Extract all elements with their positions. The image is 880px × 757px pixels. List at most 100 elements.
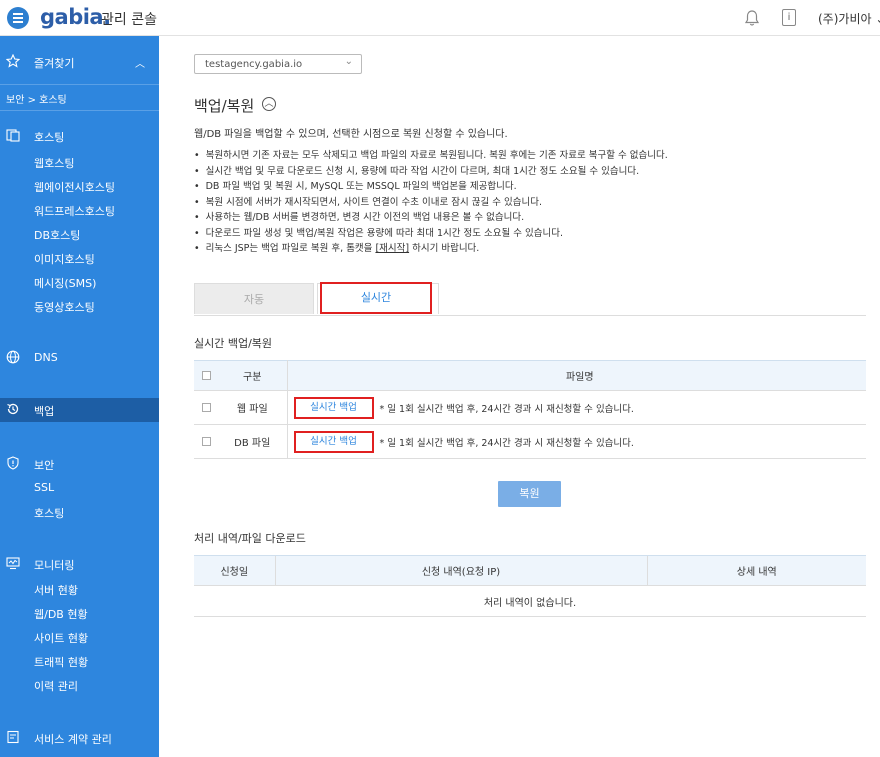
sidebar-subitem-label: 워드프레스호스팅 [34, 205, 115, 218]
notice-text: 리눅스 JSP는 백업 파일로 복원 후, 톰캣을 [205, 243, 376, 254]
tab-auto[interactable]: 자동 [194, 283, 314, 314]
history-section-title: 처리 내역/파일 다운로드 [194, 532, 306, 545]
row-type: 웹 파일 [218, 390, 288, 425]
sidebar-subitem-label: 웹에이전시호스팅 [34, 181, 115, 194]
sidebar-item-label: 모니터링 [34, 559, 75, 572]
sidebar-item-dns[interactable]: DNS [0, 346, 159, 370]
table-row: DB 파일 실시간 백업 * 일 1회 실시간 백업 후, 24시간 경과 시 재… [194, 424, 866, 459]
sidebar-subitem-history[interactable]: 이력 관리 [0, 673, 159, 697]
sidebar-subitem-label: 사이트 현황 [34, 632, 89, 645]
chevron-up-icon[interactable]: ︿ [262, 97, 276, 111]
domain-select-value: testagency.gabia.io [205, 59, 303, 70]
sidebar-subitem-label: 웹호스팅 [34, 157, 75, 170]
row-type: DB 파일 [218, 424, 288, 459]
sidebar-subitem-label: 트래픽 현황 [34, 656, 89, 669]
sidebar-favorites-label: 즐겨찾기 [34, 57, 75, 70]
empty-message: 처리 내역이 없습니다. [194, 585, 866, 617]
table-header-request: 신청 내역(요청 IP) [274, 555, 647, 586]
sidebar-subitem-label: 동영상호스팅 [34, 301, 95, 314]
row-checkbox-cell [194, 424, 218, 459]
page-title: 백업/복원 [194, 97, 255, 115]
sidebar-item-label: 서비스 계약 관리 [34, 733, 112, 746]
sidebar-subitem-video-hosting[interactable]: 동영상호스팅 [0, 294, 159, 318]
sidebar-subitem-image-hosting[interactable]: 이미지호스팅 [0, 246, 159, 270]
tab-divider [194, 315, 866, 316]
restart-link[interactable]: [재시작] [375, 243, 409, 254]
sidebar-subitem-label: DB호스팅 [34, 229, 81, 242]
sidebar-subitem-web-db-status[interactable]: 웹/DB 현황 [0, 601, 159, 625]
sidebar-subitem-security-hosting[interactable]: 호스팅 [0, 500, 159, 524]
notice-list: 복원하시면 기존 자료는 모두 삭제되고 백업 파일의 자료로 복원됩니다. 복… [194, 147, 668, 256]
bell-icon[interactable] [744, 9, 760, 27]
console-title: 관리 콘솔 [101, 12, 157, 28]
globe-icon [6, 350, 20, 364]
notice-text: 하시기 바랍니다. [409, 243, 480, 254]
sidebar-breadcrumb: 보안 > 호스팅 [6, 95, 67, 106]
notice-item: 복원하시면 기존 자료는 모두 삭제되고 백업 파일의 자료로 복원됩니다. 복… [194, 147, 668, 163]
history-table: 신청일 신청 내역(요청 IP) 상세 내역 처리 내역이 없습니다. [194, 555, 866, 617]
sidebar-subitem-label: 호스팅 [34, 507, 65, 520]
sidebar-item-monitoring[interactable]: 모니터링 [0, 552, 159, 576]
sidebar-subitem-sms[interactable]: 메시징(SMS) [0, 270, 159, 294]
sidebar-item-label: 보안 [34, 459, 55, 472]
sidebar-item-hosting[interactable]: 호스팅 [0, 124, 159, 148]
row-checkbox-cell [194, 390, 218, 425]
row-file-cell: 실시간 백업 * 일 1회 실시간 백업 후, 24시간 경과 시 재신청할 수 … [287, 424, 866, 459]
table-header-date: 신청일 [194, 555, 275, 586]
tab-realtime-label[interactable]: 실시간 [320, 282, 432, 314]
table-header-checkbox-cell [194, 360, 218, 391]
notice-item: 다운로드 파일 생성 및 백업/복원 작업은 용량에 따라 최대 1시간 정도 … [194, 225, 668, 241]
notice-item: 실시간 백업 및 무료 다운로드 신청 시, 용량에 따라 작업 시간이 다르며… [194, 163, 668, 179]
row-file-cell: 실시간 백업 * 일 1회 실시간 백업 후, 24시간 경과 시 재신청할 수 … [287, 390, 866, 425]
domain-select[interactable]: testagency.gabia.io ⌄ [194, 54, 362, 74]
sidebar-item-backup[interactable]: 백업 [0, 398, 159, 422]
chevron-down-icon: ⌄ [872, 12, 880, 26]
sidebar-subitem-label: 메시징(SMS) [34, 277, 97, 290]
realtime-section-title: 실시간 백업/복원 [194, 337, 273, 350]
sidebar-subitem-site-status[interactable]: 사이트 현황 [0, 625, 159, 649]
sidebar-subitem-label: 이미지호스팅 [34, 253, 95, 266]
notice-item: 사용하는 웹/DB 서버를 변경하면, 변경 시간 이전의 백업 내용은 볼 수… [194, 209, 668, 225]
sidebar-subitem-wordpress-hosting[interactable]: 워드프레스호스팅 [0, 198, 159, 222]
sidebar-subitem-server-status[interactable]: 서버 현황 [0, 577, 159, 601]
backup-icon [7, 403, 19, 415]
info-icon[interactable]: i [782, 9, 796, 26]
realtime-backup-button[interactable]: 실시간 백업 [293, 396, 374, 419]
realtime-backup-table: 구분 파일명 웹 파일 실시간 백업 * 일 1회 실시간 백업 후, 24시간 … [194, 360, 866, 459]
restore-button[interactable]: 복원 [498, 481, 561, 507]
sidebar-item-contract[interactable]: 서비스 계약 관리 [0, 726, 159, 750]
gabia-logo[interactable]: gabia. [40, 5, 111, 29]
notice-item: 복원 시점에 서버가 재시작되면서, 사이트 연결이 수초 이내로 잠시 끊길 … [194, 194, 668, 210]
sidebar-subitem-web-agency-hosting[interactable]: 웹에이전시호스팅 [0, 174, 159, 198]
table-header-filename: 파일명 [287, 360, 866, 391]
table-header-type: 구분 [218, 360, 288, 391]
sidebar-subitem-web-hosting[interactable]: 웹호스팅 [0, 150, 159, 174]
table-row: 처리 내역이 없습니다. [194, 585, 866, 617]
user-menu[interactable]: (주)가비아 ⌄ [818, 10, 880, 27]
sidebar: 즐겨찾기 ︿ 보안 > 호스팅 호스팅 웹호스팅 웹에이전시호스팅 워드프레스호… [0, 36, 159, 757]
shield-icon [7, 456, 19, 470]
hosting-icon [6, 129, 20, 142]
page-description: 웹/DB 파일을 백업할 수 있으며, 선택한 시점으로 복원 신청할 수 있습… [194, 129, 508, 140]
chevron-up-icon[interactable]: ︿ [135, 55, 145, 70]
table-header-detail: 상세 내역 [646, 555, 866, 586]
star-icon [6, 54, 20, 68]
sidebar-divider [0, 84, 159, 85]
row-checkbox[interactable] [201, 402, 211, 412]
row-checkbox[interactable] [201, 436, 211, 446]
sidebar-subitem-traffic-status[interactable]: 트래픽 현황 [0, 649, 159, 673]
menu-icon[interactable] [7, 7, 29, 29]
realtime-backup-button[interactable]: 실시간 백업 [293, 430, 374, 453]
chevron-down-icon: ⌄ [344, 56, 353, 67]
user-name: (주)가비아 [818, 12, 872, 26]
sidebar-subitem-db-hosting[interactable]: DB호스팅 [0, 222, 159, 246]
select-all-checkbox[interactable] [201, 370, 211, 380]
row-note: * 일 1회 실시간 백업 후, 24시간 경과 시 재신청할 수 있습니다. [379, 403, 634, 415]
monitor-icon [6, 557, 20, 570]
sidebar-favorites[interactable]: 즐겨찾기 ︿ [0, 50, 159, 74]
sidebar-item-label: DNS [34, 351, 58, 364]
sidebar-item-label: 백업 [34, 405, 55, 418]
sidebar-subitem-ssl[interactable]: SSL [0, 476, 159, 500]
sidebar-item-security[interactable]: 보안 [0, 452, 159, 476]
sidebar-subitem-label: 웹/DB 현황 [34, 608, 88, 621]
